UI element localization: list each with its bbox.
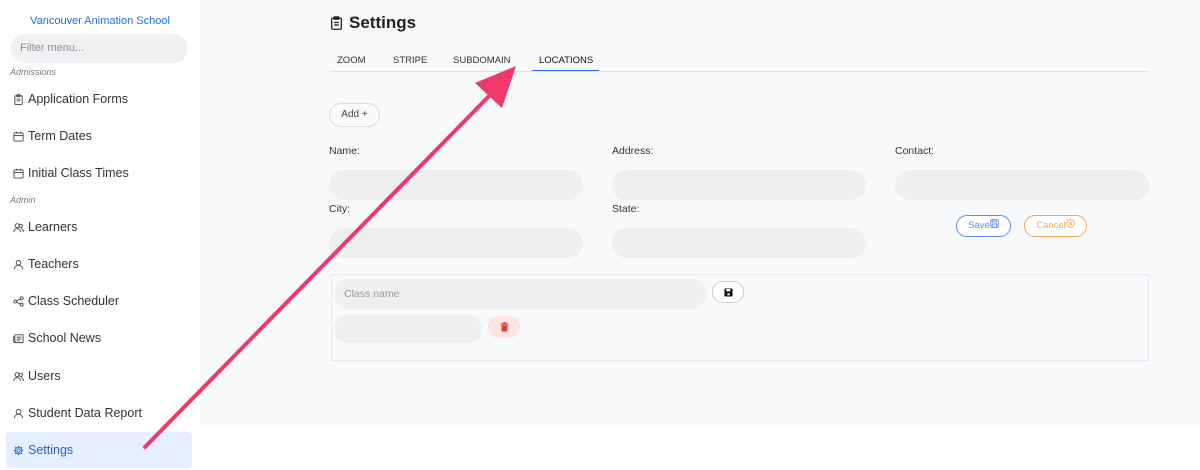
page-title-text: Settings [349, 13, 417, 32]
tab-bar: ZOOM STRIPE SUBDOMAIN LOCATIONS [330, 48, 1148, 72]
save-button[interactable]: Save [956, 215, 1011, 237]
sidebar-item-application-forms[interactable]: Application Forms [6, 81, 192, 117]
sidebar-item-label: Learners [28, 220, 78, 234]
sidebar-item-label: Application Forms [28, 92, 129, 106]
sidebar-item-settings[interactable]: Settings [6, 432, 192, 468]
class-list-panel: Class name [331, 274, 1149, 361]
sidebar-item-label: Term Dates [28, 129, 92, 143]
sidebar-item-school-news[interactable]: School News [6, 320, 192, 356]
city-input[interactable] [329, 228, 583, 258]
close-circle-icon [1066, 219, 1075, 228]
page-title: Settings [330, 13, 416, 33]
main-content: Settings ZOOM STRIPE SUBDOMAIN LOCATIONS… [200, 0, 1200, 428]
sidebar-item-teachers[interactable]: Teachers [6, 246, 192, 282]
clipboard-icon [331, 16, 342, 30]
cancel-button[interactable]: Cancel [1024, 215, 1087, 237]
contact-label: Contact: [895, 145, 935, 157]
sidebar-item-term-dates[interactable]: Term Dates [6, 118, 192, 154]
save-class-button[interactable] [712, 281, 744, 303]
tab-zoom[interactable]: ZOOM [337, 55, 366, 66]
section-admin: Admin [10, 195, 36, 205]
tab-stripe[interactable]: STRIPE [393, 55, 427, 66]
trash-icon [500, 322, 508, 332]
sidebar-item-label: Settings [28, 443, 74, 457]
sidebar-item-learners[interactable]: Learners [6, 209, 192, 245]
sidebar-item-label: School News [28, 331, 101, 345]
sidebar-item-label: Initial Class Times [28, 166, 129, 180]
tab-subdomain[interactable]: SUBDOMAIN [453, 55, 511, 66]
address-input[interactable] [612, 170, 866, 200]
sidebar: Vancouver Animation School Filter menu..… [0, 0, 200, 470]
save-label: Save [968, 220, 990, 231]
floppy-disk-icon [723, 287, 733, 297]
filter-menu-input[interactable]: Filter menu... [10, 34, 188, 63]
state-input[interactable] [612, 228, 866, 258]
tab-locations[interactable]: LOCATIONS [539, 55, 593, 66]
add-location-button[interactable]: Add + [329, 103, 380, 127]
class-item[interactable] [334, 315, 482, 343]
sidebar-item-label: Users [28, 369, 61, 383]
sidebar-item-initial-class-times[interactable]: Initial Class Times [6, 155, 192, 191]
state-label: State: [612, 203, 640, 215]
active-tab-indicator [532, 70, 599, 71]
sidebar-item-student-data-report[interactable]: Student Data Report [6, 395, 192, 431]
calendar-icon [13, 168, 24, 179]
user-icon [13, 408, 24, 418]
sidebar-item-label: Student Data Report [28, 406, 142, 420]
address-label: Address: [612, 145, 654, 157]
name-input[interactable] [329, 170, 583, 200]
cancel-label: Cancel [1036, 220, 1066, 231]
delete-class-button[interactable] [488, 316, 520, 338]
city-label: City: [329, 203, 350, 215]
name-label: Name: [329, 145, 360, 157]
share-icon [13, 295, 24, 307]
school-name[interactable]: Vancouver Animation School [0, 15, 200, 27]
class-name-input[interactable]: Class name [334, 279, 706, 309]
sidebar-item-users[interactable]: Users [6, 358, 192, 394]
users-icon [13, 222, 24, 232]
sidebar-item-label: Teachers [28, 257, 79, 271]
gear-icon [13, 445, 24, 455]
section-admissions: Admissions [10, 67, 57, 77]
newspaper-icon [13, 333, 24, 343]
floppy-disk-icon [990, 219, 999, 228]
clipboard-icon [14, 93, 23, 105]
calendar-icon [13, 131, 24, 142]
contact-input[interactable] [895, 170, 1149, 200]
sidebar-item-class-scheduler[interactable]: Class Scheduler [6, 283, 192, 319]
user-icon [13, 259, 24, 269]
sidebar-item-label: Class Scheduler [28, 294, 120, 308]
users-icon [13, 371, 24, 381]
